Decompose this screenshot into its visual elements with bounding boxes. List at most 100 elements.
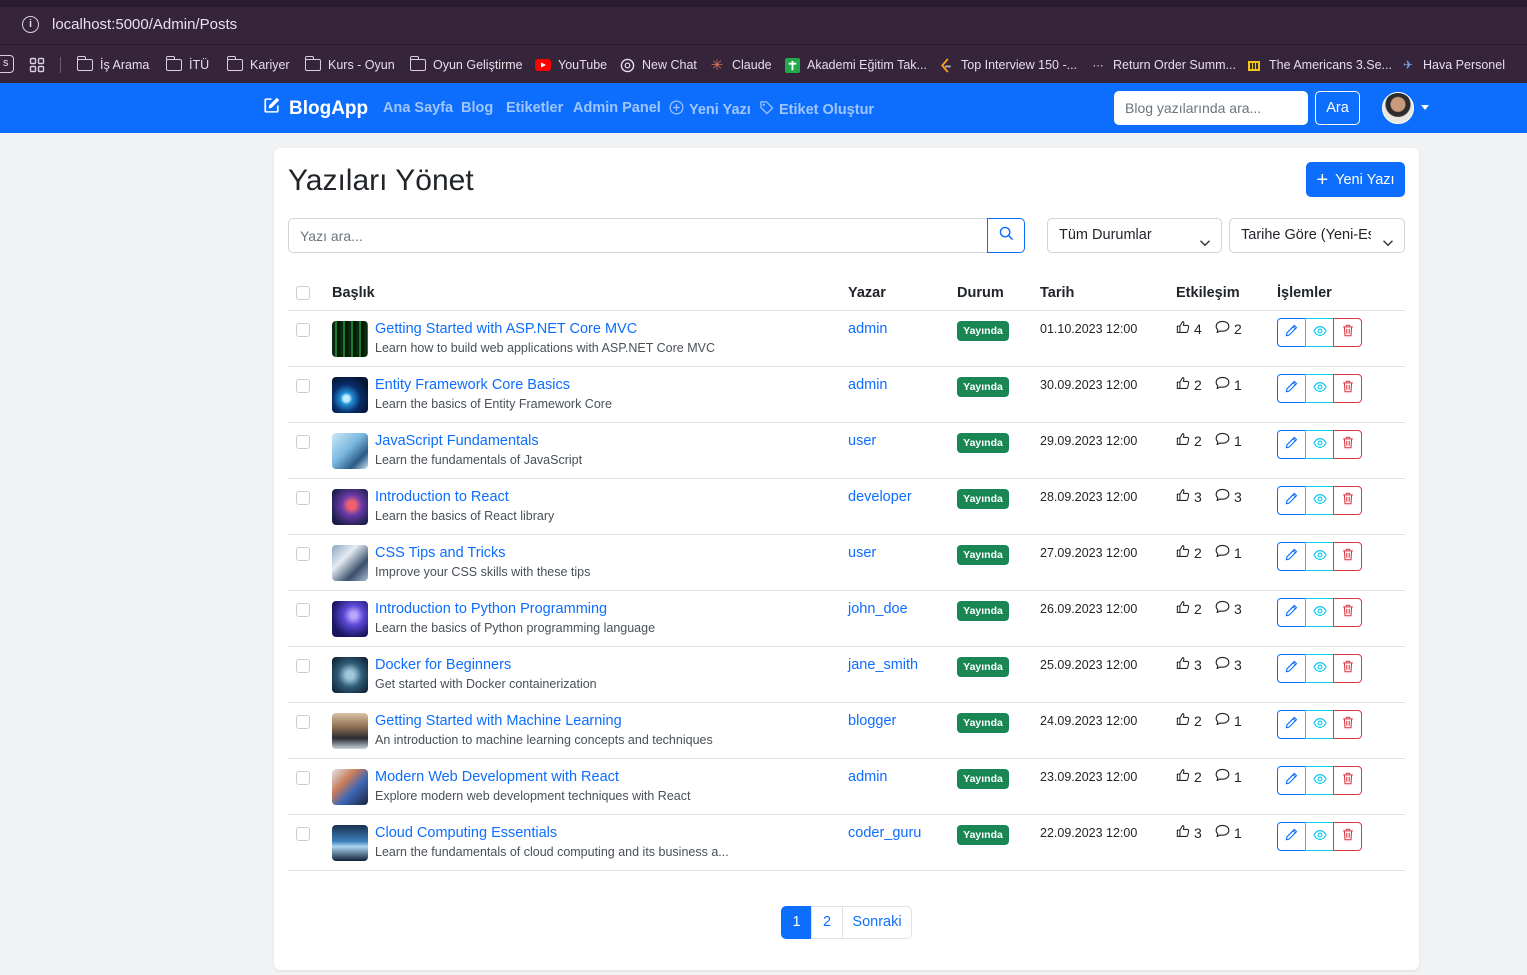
edit-post-button[interactable] <box>1277 598 1306 627</box>
bookmark-item[interactable]: ⋯ Return Order Summ... <box>1090 55 1236 75</box>
bookmark-item[interactable]: Kurs - Oyun <box>304 55 395 75</box>
post-author-link[interactable]: user <box>848 545 876 561</box>
row-checkbox[interactable] <box>296 491 310 505</box>
view-post-button[interactable] <box>1305 486 1334 515</box>
row-checkbox[interactable] <box>296 435 310 449</box>
edit-post-button[interactable] <box>1277 766 1306 795</box>
post-author-link[interactable]: admin <box>848 321 888 337</box>
page-2-button[interactable]: 2 <box>811 906 843 939</box>
delete-post-button[interactable] <box>1333 374 1362 403</box>
view-post-button[interactable] <box>1305 542 1334 571</box>
page-1-button[interactable]: 1 <box>781 906 812 939</box>
edit-post-button[interactable] <box>1277 710 1306 739</box>
user-menu-caret-icon[interactable] <box>1421 105 1429 110</box>
nav-link-tags[interactable]: Etiketler <box>506 100 563 116</box>
post-author-link[interactable]: john_doe <box>848 601 908 617</box>
view-post-button[interactable] <box>1305 710 1334 739</box>
nav-link-new-post[interactable]: Yeni Yazı <box>669 100 751 119</box>
post-description: Improve your CSS skills with these tips <box>375 565 591 579</box>
apps-grid-icon[interactable] <box>29 55 45 75</box>
post-title-link[interactable]: Introduction to React <box>375 489 509 505</box>
nav-link-home[interactable]: Ana Sayfa <box>383 100 453 116</box>
sort-filter-select[interactable]: Tarihe Göre (Yeni-Eski) <box>1229 218 1405 253</box>
delete-post-button[interactable] <box>1333 710 1362 739</box>
post-title-link[interactable]: Introduction to Python Programming <box>375 601 607 617</box>
post-search-input[interactable] <box>288 218 988 253</box>
post-author-link[interactable]: admin <box>848 769 888 785</box>
view-post-button[interactable] <box>1305 766 1334 795</box>
delete-post-button[interactable] <box>1333 542 1362 571</box>
bookmark-item[interactable]: New Chat <box>619 55 697 75</box>
row-checkbox[interactable] <box>296 771 310 785</box>
bookmark-item[interactable]: ✈ Hava Personel <box>1400 55 1505 75</box>
bookmark-item[interactable]: Top Interview 150 -... <box>938 55 1077 75</box>
user-avatar[interactable] <box>1382 92 1414 124</box>
edit-post-button[interactable] <box>1277 542 1306 571</box>
bookmark-overflow-icon[interactable]: s <box>0 55 14 73</box>
bookmark-item[interactable]: İş Arama <box>76 55 149 75</box>
view-post-button[interactable] <box>1305 654 1334 683</box>
delete-post-button[interactable] <box>1333 766 1362 795</box>
delete-post-button[interactable] <box>1333 598 1362 627</box>
edit-post-button[interactable] <box>1277 822 1306 851</box>
pencil-icon <box>1285 548 1298 566</box>
row-checkbox[interactable] <box>296 715 310 729</box>
edit-post-button[interactable] <box>1277 486 1306 515</box>
bookmark-item[interactable]: Oyun Geliştirme <box>409 55 523 75</box>
blog-search-input[interactable] <box>1114 91 1308 125</box>
site-info-icon[interactable]: i <box>22 16 39 33</box>
row-checkbox[interactable] <box>296 323 310 337</box>
brand-link[interactable]: BlogApp <box>262 96 368 121</box>
delete-post-button[interactable] <box>1333 654 1362 683</box>
thumbs-up-icon <box>1176 320 1190 337</box>
blog-search-button[interactable]: Ara <box>1315 91 1360 125</box>
post-title-link[interactable]: Modern Web Development with React <box>375 769 619 785</box>
row-checkbox[interactable] <box>296 659 310 673</box>
edit-post-button[interactable] <box>1277 654 1306 683</box>
row-checkbox[interactable] <box>296 827 310 841</box>
edit-post-button[interactable] <box>1277 430 1306 459</box>
post-title-link[interactable]: Cloud Computing Essentials <box>375 825 557 841</box>
post-author-link[interactable]: jane_smith <box>848 657 918 673</box>
status-filter-select[interactable]: Tüm Durumlar <box>1047 218 1222 253</box>
post-author-link[interactable]: blogger <box>848 713 896 729</box>
post-author-link[interactable]: developer <box>848 489 912 505</box>
post-title-link[interactable]: Getting Started with ASP.NET Core MVC <box>375 321 637 337</box>
delete-post-button[interactable] <box>1333 318 1362 347</box>
post-title-link[interactable]: Entity Framework Core Basics <box>375 377 570 393</box>
nav-link-blog[interactable]: Blog <box>461 100 493 116</box>
edit-post-button[interactable] <box>1277 318 1306 347</box>
bookmark-item[interactable]: ✳ Claude <box>709 55 772 75</box>
address-url[interactable]: localhost:5000/Admin/Posts <box>52 16 237 33</box>
delete-post-button[interactable] <box>1333 430 1362 459</box>
view-post-button[interactable] <box>1305 822 1334 851</box>
post-author-link[interactable]: coder_guru <box>848 825 921 841</box>
nav-link-admin-panel[interactable]: Admin Panel <box>573 100 661 116</box>
view-post-button[interactable] <box>1305 374 1334 403</box>
select-all-checkbox[interactable] <box>296 286 310 300</box>
new-post-button[interactable]: + Yeni Yazı <box>1306 162 1405 197</box>
delete-post-button[interactable] <box>1333 822 1362 851</box>
post-author-link[interactable]: admin <box>848 377 888 393</box>
post-title-link[interactable]: Getting Started with Machine Learning <box>375 713 622 729</box>
bookmark-item[interactable]: Akademi Eğitim Tak... <box>784 55 927 75</box>
delete-post-button[interactable] <box>1333 486 1362 515</box>
bookmark-item[interactable]: The Americans 3.Se... <box>1246 55 1392 75</box>
post-search-button[interactable] <box>987 218 1025 253</box>
edit-post-button[interactable] <box>1277 374 1306 403</box>
row-checkbox[interactable] <box>296 603 310 617</box>
bookmark-item[interactable]: YouTube <box>535 55 607 75</box>
next-page-button[interactable]: Sonraki <box>842 906 912 939</box>
row-checkbox[interactable] <box>296 547 310 561</box>
post-author-link[interactable]: user <box>848 433 876 449</box>
bookmark-item[interactable]: Kariyer <box>226 55 290 75</box>
row-checkbox[interactable] <box>296 379 310 393</box>
post-title-link[interactable]: Docker for Beginners <box>375 657 511 673</box>
post-title-link[interactable]: CSS Tips and Tricks <box>375 545 506 561</box>
view-post-button[interactable] <box>1305 430 1334 459</box>
nav-link-create-tag[interactable]: Etiket Oluştur <box>759 100 874 119</box>
view-post-button[interactable] <box>1305 598 1334 627</box>
bookmark-item[interactable]: İTÜ <box>165 55 209 75</box>
post-title-link[interactable]: JavaScript Fundamentals <box>375 433 539 449</box>
view-post-button[interactable] <box>1305 318 1334 347</box>
